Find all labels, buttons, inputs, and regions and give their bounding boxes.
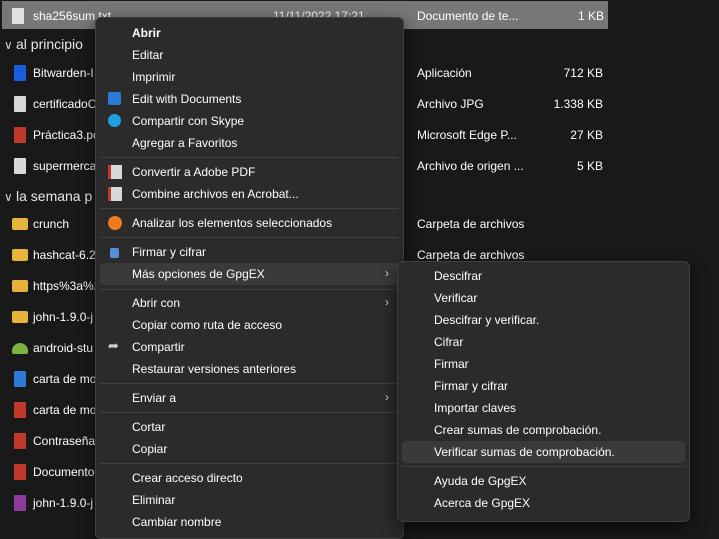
- file-name: john-1.9.0-j: [33, 496, 94, 510]
- menu-item-open-with[interactable]: Abrir con ›: [100, 292, 399, 314]
- menu-separator: [100, 412, 399, 413]
- menu-separator: [100, 463, 399, 464]
- file-type: Carpeta de archivos: [417, 248, 525, 262]
- file-type: Carpeta de archivos: [417, 217, 525, 231]
- menu-item-share[interactable]: ➦ Compartir: [100, 336, 399, 358]
- menu-separator: [100, 157, 399, 158]
- context-menu: Abrir Editar Imprimir Edit with Document…: [95, 17, 404, 539]
- menu-item-combine-acrobat[interactable]: Combine archivos en Acrobat...: [100, 183, 399, 205]
- file-type: Documento de te...: [417, 9, 519, 23]
- menu-item-send-to[interactable]: Enviar a ›: [100, 387, 399, 409]
- menu-item-restore[interactable]: Restaurar versiones anteriores: [100, 358, 399, 380]
- group-label: la semana p: [16, 188, 93, 204]
- chevron-right-icon: ›: [385, 295, 389, 309]
- menu-item-open[interactable]: Abrir: [100, 22, 399, 44]
- menu-item-copy[interactable]: Copiar: [100, 438, 399, 460]
- file-name: Práctica3.pc: [33, 128, 100, 142]
- gpgex-submenu: Descifrar Verificar Descifrar y verifica…: [397, 261, 690, 522]
- file-size: 1.338 KB: [553, 97, 603, 111]
- pdf-icon: [14, 464, 26, 480]
- menu-separator: [100, 289, 399, 290]
- file-name: android-stu: [33, 341, 94, 355]
- menu-item-delete[interactable]: Eliminar: [100, 489, 399, 511]
- menu-item-edit-documents[interactable]: Edit with Documents: [100, 88, 399, 110]
- submenu-item-verify-checksums[interactable]: Verificar sumas de comprobación.: [402, 441, 685, 463]
- chevron-right-icon: ›: [385, 390, 389, 404]
- menu-separator: [100, 237, 399, 238]
- image-file-icon: [14, 96, 26, 112]
- file-size: 712 KB: [563, 66, 603, 80]
- menu-item-edit[interactable]: Editar: [100, 44, 399, 66]
- adobe-pdf-icon: [108, 165, 122, 179]
- menu-item-copy-path[interactable]: Copiar como ruta de acceso: [100, 314, 399, 336]
- android-icon: [12, 343, 28, 354]
- file-name: carta de mo: [33, 403, 97, 417]
- file-name: john-1.9.0-j: [33, 310, 94, 324]
- menu-item-add-favorites[interactable]: Agregar a Favoritos: [100, 132, 399, 154]
- submenu-item-encrypt[interactable]: Cifrar: [402, 331, 685, 353]
- submenu-item-sign-encrypt[interactable]: Firmar y cifrar: [402, 375, 685, 397]
- menu-item-print[interactable]: Imprimir: [100, 66, 399, 88]
- pdf-icon: [14, 402, 26, 418]
- share-icon: ➦: [108, 338, 119, 353]
- file-type: Aplicación: [417, 66, 472, 80]
- submenu-item-decrypt-verify[interactable]: Descifrar y verificar.: [402, 309, 685, 331]
- folder-icon: [12, 311, 28, 323]
- file-name: https%3a%2: [33, 279, 101, 293]
- file-type: Archivo de origen ...: [417, 159, 524, 173]
- lock-icon: [110, 248, 119, 258]
- folder-icon: [12, 280, 28, 292]
- menu-item-share-skype[interactable]: Compartir con Skype: [100, 110, 399, 132]
- archive-icon: [14, 495, 26, 511]
- menu-item-rename[interactable]: Cambiar nombre: [100, 511, 399, 533]
- document-icon: [14, 371, 26, 387]
- menu-item-sign-encrypt[interactable]: Firmar y cifrar: [100, 241, 399, 263]
- group-label: al principio: [16, 36, 83, 52]
- submenu-item-import-keys[interactable]: Importar claves: [402, 397, 685, 419]
- file-name: Contraseñas: [33, 434, 102, 448]
- menu-separator: [100, 383, 399, 384]
- source-file-icon: [14, 158, 26, 174]
- submenu-item-decrypt[interactable]: Descifrar: [402, 265, 685, 287]
- submenu-item-help[interactable]: Ayuda de GpgEX: [402, 470, 685, 492]
- file-name: Documento: [33, 465, 95, 479]
- menu-item-cut[interactable]: Cortar: [100, 416, 399, 438]
- submenu-item-verify[interactable]: Verificar: [402, 287, 685, 309]
- menu-item-convert-pdf[interactable]: Convertir a Adobe PDF: [100, 161, 399, 183]
- chevron-down-icon: ∨: [4, 190, 13, 204]
- text-file-icon: [12, 8, 24, 24]
- file-type: Archivo JPG: [417, 97, 484, 111]
- file-size: 27 KB: [570, 128, 603, 142]
- folder-icon: [12, 249, 28, 261]
- documents-icon: [108, 92, 121, 105]
- submenu-item-about[interactable]: Acerca de GpgEX: [402, 492, 685, 514]
- chevron-right-icon: ›: [385, 266, 389, 280]
- menu-separator: [402, 466, 685, 467]
- file-name: crunch: [33, 217, 70, 231]
- file-name: Bitwarden-I: [33, 66, 94, 80]
- file-size: 1 KB: [577, 9, 604, 23]
- menu-separator: [100, 208, 399, 209]
- skype-icon: [108, 114, 121, 127]
- pdf-icon: [14, 433, 26, 449]
- acrobat-icon: [108, 187, 122, 201]
- file-name: certificadoC: [33, 97, 97, 111]
- menu-item-create-shortcut[interactable]: Crear acceso directo: [100, 467, 399, 489]
- file-size: 5 KB: [576, 159, 603, 173]
- file-name: supermerca: [33, 159, 97, 173]
- file-name: hashcat-6.2: [33, 248, 96, 262]
- pdf-icon: [14, 127, 26, 143]
- avast-icon: [108, 216, 122, 230]
- submenu-item-create-checksums[interactable]: Crear sumas de comprobación.: [402, 419, 685, 441]
- menu-item-analyze[interactable]: Analizar los elementos seleccionados: [100, 212, 399, 234]
- submenu-item-sign[interactable]: Firmar: [402, 353, 685, 375]
- folder-icon: [12, 218, 28, 230]
- chevron-down-icon: ∨: [4, 38, 13, 52]
- file-type: Microsoft Edge P...: [417, 128, 517, 142]
- file-name: carta de mo: [33, 372, 97, 386]
- bitwarden-icon: [14, 65, 26, 81]
- menu-item-more-gpgex[interactable]: Más opciones de GpgEX ›: [100, 263, 399, 285]
